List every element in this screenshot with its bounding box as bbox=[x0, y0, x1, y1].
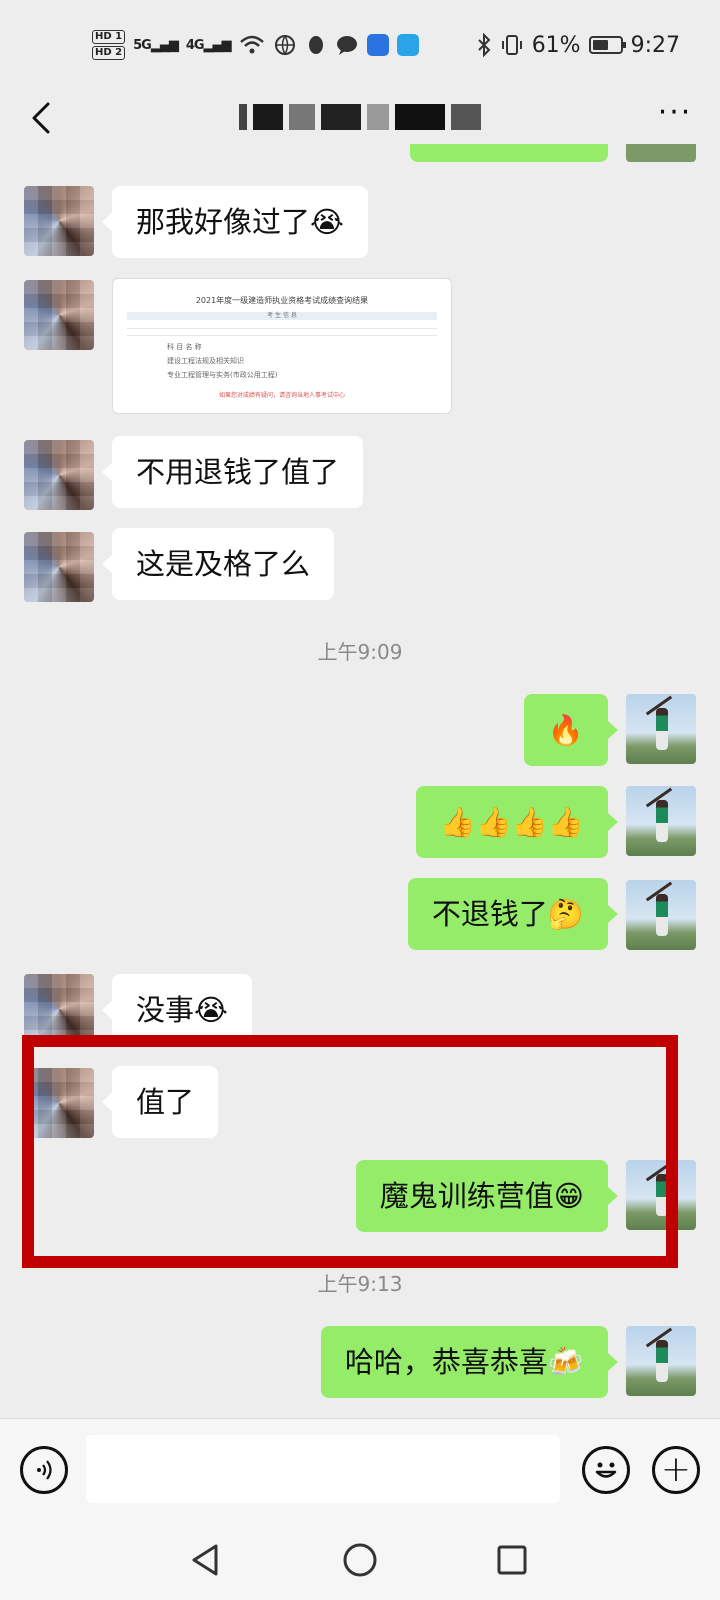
partial-previous-avatar bbox=[626, 144, 696, 162]
vpn-globe-icon bbox=[274, 35, 295, 56]
image-report-divider bbox=[127, 328, 437, 329]
signal-5g: 5G▂▄▆ bbox=[133, 37, 179, 53]
sent-message[interactable]: 不退钱了🤔 bbox=[407, 878, 619, 950]
hd2-indicator: HD 2 bbox=[92, 46, 126, 60]
signal-4g: 4G▂▄▆ bbox=[185, 37, 232, 53]
user-avatar[interactable] bbox=[626, 786, 696, 856]
title-mosaic-block bbox=[451, 104, 481, 130]
wifi-icon bbox=[239, 35, 264, 54]
image-report-title: 2021年度一级建造师执业资格考试成绩查询结果 bbox=[195, 296, 369, 305]
sent-message[interactable]: 🔥 bbox=[523, 694, 619, 766]
back-arrow-icon[interactable] bbox=[20, 96, 64, 140]
hd-indicators: HD 1 HD 2 bbox=[92, 30, 126, 60]
smiley-icon bbox=[595, 1462, 617, 1478]
clock: 9:27 bbox=[630, 32, 680, 58]
more-functions-plus-button[interactable]: + bbox=[652, 1446, 700, 1494]
partial-previous-bubble bbox=[410, 144, 608, 162]
emoji-button[interactable] bbox=[582, 1446, 630, 1494]
image-report-section: 考 生 信 息 bbox=[127, 312, 437, 320]
timestamp: 上午9:13 bbox=[317, 1272, 403, 1296]
title-mosaic-block bbox=[289, 104, 315, 130]
received-message[interactable]: 这是及格了么 bbox=[101, 528, 335, 600]
image-report-row: 建设工程法规及相关知识 bbox=[167, 357, 244, 365]
contact-avatar[interactable] bbox=[24, 440, 94, 510]
received-message[interactable]: 不用退钱了值了 bbox=[101, 436, 364, 508]
highlight-annotation-box bbox=[22, 1035, 678, 1268]
status-left: HD 1 HD 2 5G▂▄▆ 4G▂▄▆ bbox=[92, 30, 419, 60]
signal-4g-label: 4G bbox=[185, 37, 205, 53]
status-bar: HD 1 HD 2 5G▂▄▆ 4G▂▄▆ 61% 9:27 bbox=[0, 0, 720, 90]
title-mosaic-block bbox=[239, 104, 247, 130]
nav-back-triangle-icon[interactable] bbox=[186, 1540, 226, 1580]
sent-message[interactable]: 👍👍👍👍 bbox=[415, 786, 619, 858]
timestamp: 上午9:09 bbox=[317, 640, 403, 664]
battery-percent: 61% bbox=[531, 32, 581, 58]
title-mosaic-block bbox=[367, 104, 389, 130]
image-report-footer: 如果您对成绩有疑问，请咨询当地人事考试中心 bbox=[218, 392, 345, 399]
image-report-row: 专业工程管理与实务(市政公用工程) bbox=[167, 371, 278, 379]
sent-message[interactable]: 哈哈，恭喜恭喜🍻 bbox=[320, 1326, 619, 1398]
battery-icon bbox=[588, 36, 626, 54]
received-message[interactable]: 那我好像过了😭 bbox=[102, 186, 368, 258]
voice-input-button[interactable] bbox=[20, 1446, 68, 1494]
user-avatar[interactable] bbox=[626, 694, 696, 764]
chat-header: ··· bbox=[0, 90, 720, 144]
nav-home-circle-icon[interactable] bbox=[340, 1540, 380, 1580]
lightbulb-app-icon bbox=[366, 34, 389, 56]
bluetooth-icon bbox=[477, 33, 491, 57]
message-text-input[interactable] bbox=[86, 1435, 560, 1503]
voice-icon bbox=[37, 1460, 52, 1480]
vibrate-icon bbox=[501, 35, 522, 55]
signal-5g-label: 5G bbox=[133, 37, 152, 53]
image-message-score-report[interactable]: 2021年度一级建造师执业资格考试成绩查询结果 考 生 信 息 科 目 名 称 … bbox=[112, 278, 452, 414]
user-avatar[interactable] bbox=[626, 1326, 696, 1396]
image-report-subject-header: 科 目 名 称 bbox=[167, 343, 202, 351]
title-mosaic-block bbox=[253, 104, 283, 130]
title-mosaic-block bbox=[395, 104, 445, 130]
paper-plane-app-icon bbox=[396, 34, 419, 56]
nav-recent-square-icon[interactable] bbox=[492, 1540, 532, 1580]
qq-penguin-icon bbox=[308, 36, 323, 54]
image-report-divider bbox=[127, 335, 437, 336]
contact-avatar[interactable] bbox=[24, 974, 94, 1044]
message-input-bar: + bbox=[0, 1418, 720, 1520]
contact-avatar[interactable] bbox=[24, 280, 94, 350]
status-right: 61% 9:27 bbox=[476, 33, 680, 58]
chat-bubble-icon bbox=[336, 36, 357, 55]
battery-level bbox=[592, 40, 609, 50]
chat-title-pixelated bbox=[239, 104, 481, 130]
contact-avatar[interactable] bbox=[24, 186, 94, 256]
user-avatar[interactable] bbox=[626, 880, 696, 950]
hd1-indicator: HD 1 bbox=[92, 30, 126, 44]
more-options-icon[interactable]: ··· bbox=[650, 96, 700, 140]
title-mosaic-block bbox=[321, 104, 361, 130]
system-navigation-bar bbox=[0, 1520, 720, 1600]
contact-avatar[interactable] bbox=[24, 532, 94, 602]
